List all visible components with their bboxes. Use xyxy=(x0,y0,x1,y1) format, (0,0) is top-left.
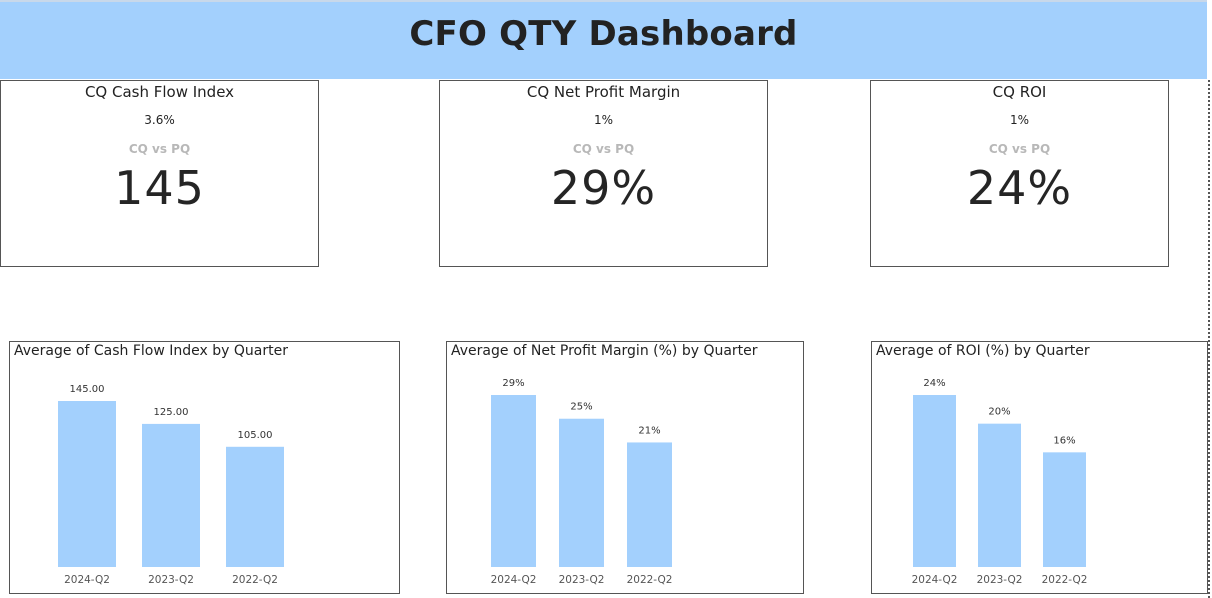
data-label-2022-Q2: 21% xyxy=(638,425,660,436)
kpi-subtitle: CQ vs PQ xyxy=(572,142,635,156)
bar-2023-Q2[interactable] xyxy=(142,423,200,567)
kpi-title: CQ ROI xyxy=(992,83,1047,101)
kpi-value: 145 xyxy=(114,161,205,215)
tick-label-2022-Q2: 2022-Q2 xyxy=(627,574,673,586)
bar-2024-Q2[interactable] xyxy=(491,395,536,567)
bar-2024-Q2[interactable] xyxy=(913,395,956,567)
chart-cash-flow-index[interactable]: Average of Cash Flow Index by Quarter 14… xyxy=(9,341,400,594)
kpi-subtitle: CQ vs PQ xyxy=(988,142,1051,156)
data-label-2022-Q2: 105.00 xyxy=(238,430,273,441)
chart-roi[interactable]: Average of ROI (%) by Quarter 24% 2024-Q2… xyxy=(871,341,1208,594)
kpi-title: CQ Net Profit Margin xyxy=(526,83,681,101)
tick-label-2024-Q2: 2024-Q2 xyxy=(491,574,537,586)
data-label-2024-Q2: 29% xyxy=(502,378,524,389)
page-title: CFO QTY Dashboard xyxy=(409,14,798,54)
tick-label-2023-Q2: 2023-Q2 xyxy=(977,574,1023,586)
tick-label-2022-Q2: 2022-Q2 xyxy=(1042,574,1088,586)
kpi-subtitle: CQ vs PQ xyxy=(128,142,191,156)
bar-2024-Q2[interactable] xyxy=(58,401,116,567)
kpi-title: CQ Cash Flow Index xyxy=(84,83,235,101)
bar-2022-Q2[interactable] xyxy=(1043,452,1086,567)
kpi-delta: 1% xyxy=(1009,113,1030,127)
tick-label-2024-Q2: 2024-Q2 xyxy=(912,574,958,586)
bar-2022-Q2[interactable] xyxy=(226,446,284,567)
kpi-delta: 3.6% xyxy=(144,113,175,127)
chart-plot-roi: 24% 2024-Q2 20% 2023-Q2 16% 2022-Q2 xyxy=(912,378,1088,586)
data-label-2023-Q2: 125.00 xyxy=(154,407,189,418)
bar-2023-Q2[interactable] xyxy=(978,423,1021,567)
chart-net-profit-margin[interactable]: Average of Net Profit Margin (%) by Quar… xyxy=(446,341,804,594)
data-label-2023-Q2: 25% xyxy=(570,402,592,413)
data-label-2024-Q2: 145.00 xyxy=(70,384,105,395)
kpi-card-net-profit-margin[interactable]: CQ Net Profit Margin 1% CQ vs PQ 29% xyxy=(439,80,768,267)
kpi-card-roi[interactable]: CQ ROI 1% CQ vs PQ 24% xyxy=(870,80,1169,267)
tick-label-2023-Q2: 2023-Q2 xyxy=(559,574,605,586)
bar-2022-Q2[interactable] xyxy=(627,442,672,567)
dashboard-header: CFO QTY Dashboard xyxy=(0,0,1207,79)
kpi-card-cash-flow-index[interactable]: CQ Cash Flow Index 3.6% CQ vs PQ 145 xyxy=(0,80,319,267)
kpi-value: 29% xyxy=(550,161,657,215)
data-label-2023-Q2: 20% xyxy=(988,407,1010,418)
kpi-delta: 1% xyxy=(593,113,614,127)
tick-label-2024-Q2: 2024-Q2 xyxy=(64,574,110,586)
data-label-2022-Q2: 16% xyxy=(1053,435,1075,446)
bar-2023-Q2[interactable] xyxy=(559,418,604,567)
chart-plot-net-profit-margin: 29% 2024-Q2 25% 2023-Q2 21% 2022-Q2 xyxy=(491,378,673,586)
kpi-value: 24% xyxy=(966,161,1073,215)
data-label-2024-Q2: 24% xyxy=(923,378,945,389)
tick-label-2022-Q2: 2022-Q2 xyxy=(232,574,278,586)
tick-label-2023-Q2: 2023-Q2 xyxy=(148,574,194,586)
chart-plot-cash-flow-index: 145.00 2024-Q2 125.00 2023-Q2 105.00 2022-Q2 xyxy=(58,384,284,586)
